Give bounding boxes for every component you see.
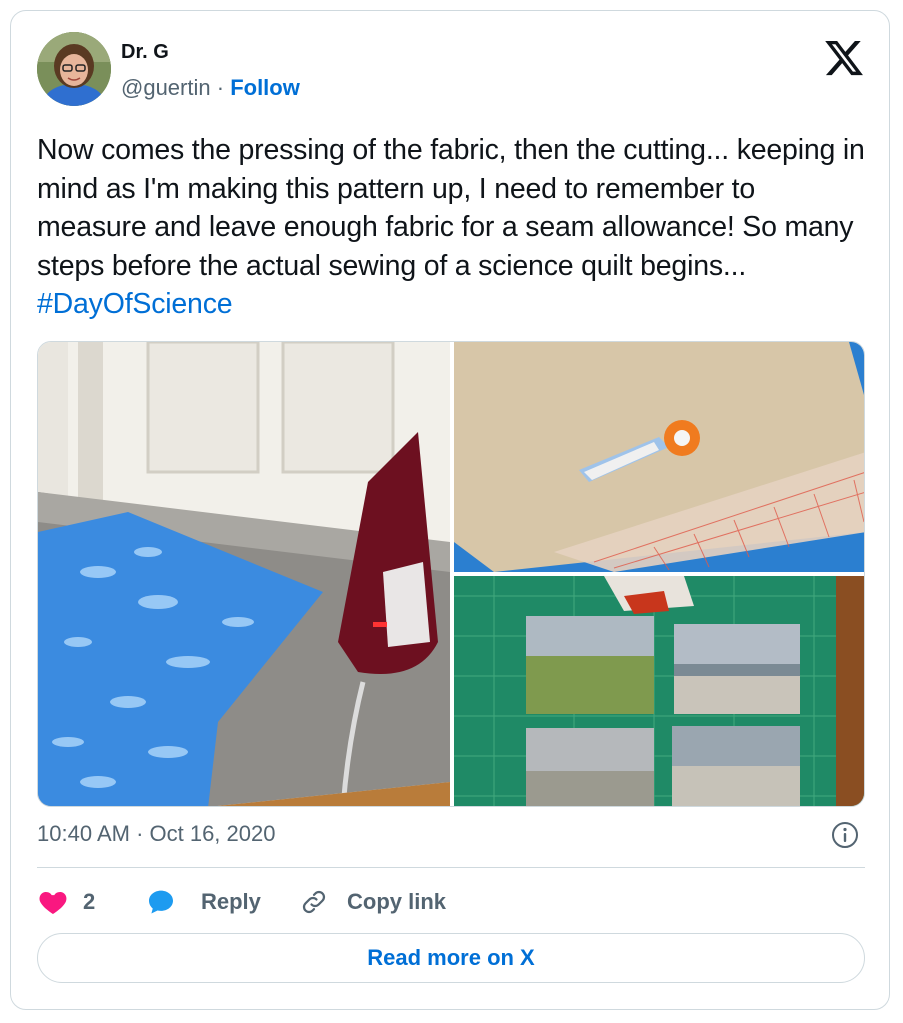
divider bbox=[37, 867, 865, 868]
author-name[interactable]: Dr. G bbox=[121, 41, 169, 64]
hashtag-link[interactable]: #DayOfScience bbox=[37, 288, 233, 320]
read-more-label: Read more on X bbox=[367, 945, 535, 970]
tweet-card: Dr. G @guertin · Follow Now comes the pr… bbox=[10, 10, 890, 1010]
link-icon bbox=[299, 887, 329, 917]
author-handle-row: @guertin · Follow bbox=[121, 75, 300, 101]
like-button[interactable]: 2 bbox=[37, 885, 95, 919]
tweet-body: Now comes the pressing of the fabric, th… bbox=[37, 134, 865, 282]
photo-ironing[interactable] bbox=[38, 342, 450, 806]
tweet-text: Now comes the pressing of the fabric, th… bbox=[37, 131, 867, 324]
copy-link-button[interactable]: Copy link bbox=[299, 885, 446, 919]
read-more-button[interactable]: Read more on X bbox=[37, 933, 865, 983]
separator-dot: · bbox=[216, 75, 225, 100]
photo-rotary-cutter[interactable] bbox=[454, 342, 864, 572]
copy-link-label: Copy link bbox=[347, 889, 447, 914]
media-grid bbox=[37, 341, 865, 807]
tweet-timestamp[interactable]: 10:40 AM · Oct 16, 2020 bbox=[37, 821, 275, 847]
like-count: 2 bbox=[83, 889, 96, 914]
reply-button[interactable]: Reply bbox=[145, 885, 261, 919]
info-icon[interactable] bbox=[831, 821, 859, 849]
follow-link[interactable]: Follow bbox=[230, 75, 300, 100]
author-handle[interactable]: @guertin bbox=[121, 75, 211, 100]
reply-bubble-icon bbox=[145, 886, 177, 918]
avatar[interactable] bbox=[37, 32, 111, 106]
action-bar: 2 Reply Copy link bbox=[37, 885, 865, 919]
reply-label: Reply bbox=[201, 889, 261, 914]
heart-icon bbox=[37, 886, 69, 918]
x-logo-icon[interactable] bbox=[823, 37, 865, 79]
photo-cutting-mat[interactable] bbox=[454, 576, 864, 806]
